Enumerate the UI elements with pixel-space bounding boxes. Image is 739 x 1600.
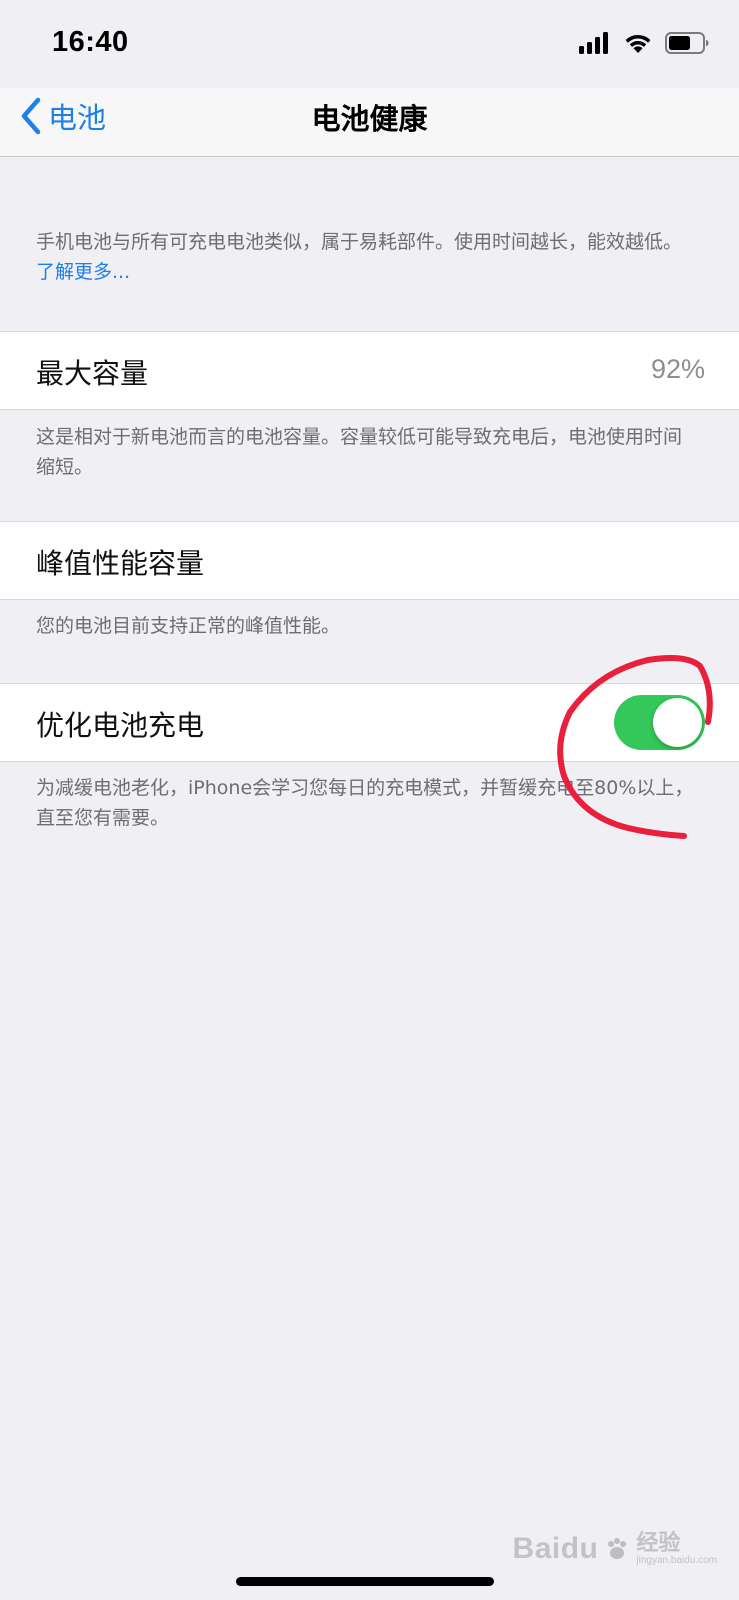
learn-more-link[interactable]: 了解更多...	[36, 261, 130, 283]
status-icons	[579, 30, 709, 56]
peak-performance-footer: 您的电池目前支持正常的峰值性能。	[36, 615, 341, 637]
optimized-charging-label: 优化电池充电	[36, 709, 205, 742]
intro-description: 手机电池与所有可充电电池类似，属于易耗部件。使用时间越长，能效越低。了解更多..…	[36, 227, 696, 287]
peak-performance-row: 峰值性能容量	[0, 521, 739, 600]
status-bar: 16:40	[0, 0, 739, 88]
cellular-signal-icon	[579, 32, 608, 54]
intro-text: 手机电池与所有可充电电池类似，属于易耗部件。使用时间越长，能效越低。	[36, 231, 683, 253]
optimized-charging-toggle[interactable]	[614, 695, 705, 750]
watermark-cn: 经验	[636, 1530, 681, 1555]
optimized-charging-footer: 为减缓电池老化，iPhone会学习您每日的充电模式，并暂缓充电至80%以上，直至…	[36, 777, 694, 829]
max-capacity-row: 最大容量 92%	[0, 331, 739, 410]
wifi-icon	[625, 34, 651, 53]
navigation-bar: 电池 电池健康	[0, 88, 739, 157]
battery-icon	[665, 32, 709, 54]
page-title: 电池健康	[311, 102, 428, 136]
watermark-brand: Baidu	[512, 1532, 599, 1565]
home-indicator[interactable]	[236, 1577, 494, 1586]
status-time: 16:40	[52, 26, 129, 58]
peak-performance-label: 峰值性能容量	[36, 547, 205, 580]
baidu-watermark: Baidu 经验 jingyan.baidu.com	[513, 1532, 717, 1566]
max-capacity-value: 92%	[650, 354, 705, 384]
optimized-charging-row: 优化电池充电	[0, 683, 739, 762]
max-capacity-label: 最大容量	[36, 357, 149, 390]
max-capacity-footer: 这是相对于新电池而言的电池容量。容量较低可能导致充电后，电池使用时间缩短。	[36, 426, 683, 478]
toggle-knob	[653, 698, 702, 747]
paw-icon	[608, 1538, 627, 1559]
watermark-url: jingyan.baidu.com	[636, 1555, 717, 1566]
